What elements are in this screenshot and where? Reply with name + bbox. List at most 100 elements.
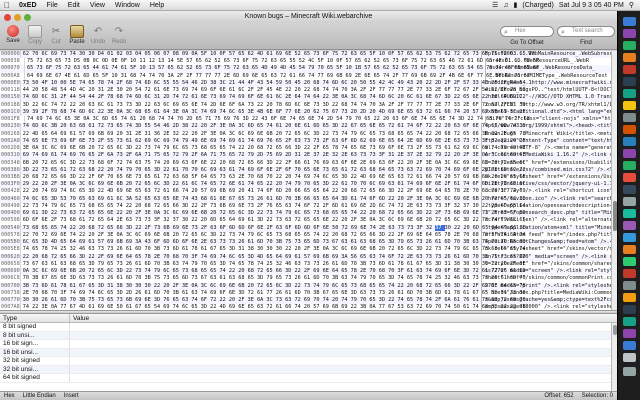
hex-row[interactable]: 000188 3D 22 6C 74 72 22 20 63 6C 61 73 7…: [0, 101, 611, 109]
dock-app-icon[interactable]: [623, 245, 636, 254]
hex-row[interactable]: 000460 74 6C 65 3D 53 70 65 63 69 61 6C 3…: [0, 195, 611, 203]
hex-row[interactable]: 000038 75 72 63 65 73 D5 0B 0C 0D 0E 0F 1…: [0, 58, 611, 66]
hex-row[interactable]: 000658 73 67 63 61 63 68 65 3D 79 65 73 2…: [0, 260, 611, 269]
hex-row-bytes[interactable]: 62 70 6C 69 73 74 30 30 D4 01 02 03 04 0…: [19, 51, 535, 59]
volume-icon[interactable]: ♫: [503, 2, 508, 9]
hex-row-bytes[interactable]: 6D 6F 6E 2F 73 68 61 72 65 64 2E 63 73 7…: [19, 217, 526, 225]
dock-app-icon[interactable]: [623, 29, 636, 38]
close-button[interactable]: [4, 14, 11, 21]
hex-row-bytes[interactable]: 69 61 3D 22 73 63 72 65 65 6E 22 20 2F 3…: [19, 210, 526, 218]
hex-row-bytes[interactable]: 73 68 65 65 74 22 20 68 72 65 66 3D 22 2…: [19, 224, 526, 232]
hex-row[interactable]: 000348 6B 20 72 65 6C 3D 22 73 68 6F 72 7…: [0, 159, 611, 167]
hex-row-ascii[interactable]: esourceFrameName_.WebResourceData_: [485, 65, 611, 73]
dock-app-icon[interactable]: [623, 137, 636, 146]
hex-row-ascii[interactable]: sheet" href="/skins/common/commonPrint.c…: [480, 275, 611, 283]
hex-row[interactable]: 000230 74 6D 6C 3B 20 63 68 61 72 73 65 7…: [0, 123, 611, 131]
hex-row-bytes[interactable]: 74 65 78 74 25 32 46 63 73 73 26 61 6D 7…: [19, 246, 526, 254]
hex-row-ascii[interactable]: Special:RecentChanges&amp;feed=atom" />.…: [480, 239, 611, 247]
menu-help[interactable]: Help: [145, 0, 169, 11]
window-titlebar[interactable]: Known bugs – Minecraft Wiki.webarchive: [0, 11, 617, 23]
hex-row[interactable]: 0005E8 74 65 78 74 25 32 46 63 73 73 26 6…: [0, 246, 611, 254]
hex-row-ascii[interactable]: l="stylesheet" href="/skins/common/share…: [480, 260, 611, 269]
redo-button[interactable]: ↷ Redo: [108, 25, 130, 45]
hex-row-ascii[interactable]: in-ltr.css?270" media="screen" />.<link …: [480, 253, 611, 261]
minimize-button[interactable]: [14, 14, 21, 21]
finder-icon[interactable]: [623, 17, 636, 26]
hex-row[interactable]: 000380 3D 22 73 65 61 72 63 68 22 20 74 7…: [0, 166, 611, 174]
hex-row-ascii[interactable]: wiki/Known_bugsPO..^text/htmlUUTF-8<!DOC…: [480, 87, 611, 95]
status-endian[interactable]: Little Endian: [19, 392, 60, 400]
hex-row-ascii[interactable]: l="stylesheet" href="/extensions/Usabili…: [480, 159, 611, 167]
clock[interactable]: Sat Jul 9 3 05 40 PM: [559, 2, 624, 9]
selected-byte[interactable]: 37: [435, 224, 445, 231]
hex-row-bytes[interactable]: 29 22 20 2F 3E 0A 3C 6C 69 6E 6B 20 72 6…: [19, 181, 526, 189]
hex-row-ascii[interactable]: href="/favicon.ico" />.<link rel="search…: [480, 195, 611, 203]
hex-row-ascii[interactable]: .css?1.7.2y" />.<link rel="shortcut icon…: [480, 188, 611, 196]
hex-row[interactable]: 0002A0 74 65 6E 73 69 6F 6E 73 2F 55 73 6…: [0, 137, 611, 146]
hex-row[interactable]: 000428 22 20 74 69 74 6C 65 3D 22 4D 69 6…: [0, 188, 611, 196]
dock-app-icon[interactable]: [623, 293, 636, 302]
hex-row[interactable]: 0001F8 74 69 74 6C 65 3E 0A 3C 6D 65 74 6…: [0, 116, 611, 124]
hex-row-bytes[interactable]: 22 4D 65 64 69 61 57 69 6B 69 20 31 2E 3…: [19, 130, 526, 138]
inspector-value[interactable]: [70, 357, 617, 365]
hex-row-ascii[interactable]: " href="/index.php?title=MediaWiki:Commo…: [480, 289, 611, 297]
hex-row[interactable]: 0001C0 39 39 2F 78 68 74 6D 6C 22 3E 0A 3…: [0, 108, 611, 117]
hex-row[interactable]: 000620 22 20 68 72 65 66 3D 22 2F 69 6E 6…: [0, 253, 611, 261]
hex-row-bytes[interactable]: 6C 65 3D 4D 65 64 69 61 57 69 6B 69 3A 4…: [19, 239, 526, 247]
hex-row-ascii[interactable]: ecraft Wiki (en)" />.<link rel="alternat…: [480, 217, 611, 225]
hex-row-bytes[interactable]: 69 74 69 61 74 69 76 65 2F 6A 73 2F 6A 7…: [19, 152, 526, 160]
hex-row-bytes[interactable]: 3D 22 73 65 61 72 63 68 22 20 74 79 70 6…: [19, 166, 526, 174]
hex-row[interactable]: 000700 3B 73 6D 61 78 61 67 65 3D 31 38 3…: [0, 282, 611, 290]
hex-row-bytes[interactable]: 22 20 74 69 74 6C 65 3D 22 4D 69 6E 65 6…: [19, 188, 526, 196]
hex-row-ascii[interactable]: Known bugs - Minecraft Wiki</title>.<met…: [480, 130, 611, 138]
dock-app-icon[interactable]: [623, 317, 636, 326]
inspector-row[interactable]: 8 bit unsi...: [0, 331, 617, 340]
inspector-value[interactable]: [70, 349, 617, 357]
hex-row-bytes[interactable]: 75 72 63 65 73 D5 0B 0C 0D 0E 0F 10 11 1…: [24, 58, 539, 66]
hex-row-ascii[interactable]: type="application/opensearchdescription+…: [480, 202, 611, 211]
hex-row-bytes[interactable]: 0A 3C 6C 69 6E 6B 20 72 65 6C 3D 22 73 7…: [19, 268, 526, 276]
inspector-value[interactable]: [70, 374, 617, 382]
inspector-value[interactable]: [70, 332, 617, 340]
inspector-row[interactable]: 64 bit signed: [0, 374, 617, 383]
hex-row[interactable]: 000070 65 73 6F 75 72 63 65 44 61 74 61 5…: [0, 65, 611, 73]
hex-row-bytes[interactable]: 74 65 6E 73 69 6F 6E 73 2F 55 73 61 62 6…: [19, 137, 526, 146]
dock-app-icon[interactable]: [623, 89, 636, 98]
hex-row-bytes[interactable]: 65 73 6F 75 72 63 65 44 61 74 61 5F 10 1…: [24, 65, 539, 73]
dock-app-icon[interactable]: [623, 101, 636, 110]
dock-app-icon[interactable]: [623, 149, 636, 158]
wifi-icon[interactable]: ☰: [492, 1, 498, 9]
undo-button[interactable]: ↶ Undo: [87, 25, 109, 45]
hex-row-ascii[interactable]: ss?270" media="screen" />.<link rel="sty…: [480, 268, 611, 276]
menu-file[interactable]: File: [42, 0, 63, 11]
hex-row[interactable]: 000540 73 68 65 65 74 22 20 68 72 65 66 3…: [0, 224, 611, 232]
dock-app-icon[interactable]: [623, 233, 636, 242]
dock-app-icon[interactable]: [623, 197, 636, 206]
hex-row-ascii[interactable]: yInitiative/css/combined.min.css?2" />.<…: [480, 166, 611, 174]
paste-button[interactable]: Paste: [66, 25, 88, 45]
hex-row[interactable]: 000268 22 4D 65 64 69 61 57 69 6B 69 20 3…: [0, 130, 611, 138]
copy-button[interactable]: Copy: [24, 25, 46, 45]
hex-row[interactable]: 000310 69 74 69 61 74 69 76 65 2F 6A 73 2…: [0, 152, 611, 160]
inspector-row[interactable]: 32 bit signed: [0, 357, 617, 366]
apple-icon[interactable]: : [0, 1, 14, 10]
dock-app-icon[interactable]: [623, 185, 636, 194]
hex-row-ascii[interactable]: html PUBLIC "-//W3C//DTD XHTML 1.0 Trans…: [480, 94, 611, 102]
menu-app-name[interactable]: 0xED: [14, 0, 42, 11]
hex-row-ascii[interactable]: aft Wiki Atom feed" href="/index.php?tit…: [480, 231, 611, 240]
trash-icon[interactable]: [623, 367, 636, 376]
dock-app-icon[interactable]: [623, 113, 636, 122]
hex-row[interactable]: 000508 6D 6F 6E 2F 73 68 61 72 65 64 2E 6…: [0, 217, 611, 225]
text-search-field[interactable]: ⌕ Text search: [557, 26, 615, 37]
dock-app-icon[interactable]: [623, 221, 636, 230]
type-column-header[interactable]: Type: [0, 314, 70, 322]
inspector-row[interactable]: 16 bit sign...: [0, 340, 617, 349]
battery-status[interactable]: (Charged): [522, 2, 554, 9]
hex-row-bytes[interactable]: 70 3B 67 65 6E 3D 63 73 73 26 61 6D 70 3…: [19, 275, 526, 283]
hex-row-ascii[interactable]: tp://www.w3.org/1999/xhtml">.<head>.<tit…: [480, 123, 611, 131]
dock-app-icon[interactable]: [623, 161, 636, 170]
hex-row-bytes[interactable]: 44 20 58 48 54 4D 4C 20 31 2E 30 20 54 7…: [19, 87, 526, 95]
goto-offset-field[interactable]: ⌕ Hex: [500, 26, 554, 37]
hex-editor-view[interactable]: 000000 62 70 6C 69 73 74 30 30 D4 01 02 0…: [0, 51, 611, 310]
hex-row-ascii[interactable]: nk rel="stylesheet" href="/skins/vector/…: [480, 246, 611, 254]
